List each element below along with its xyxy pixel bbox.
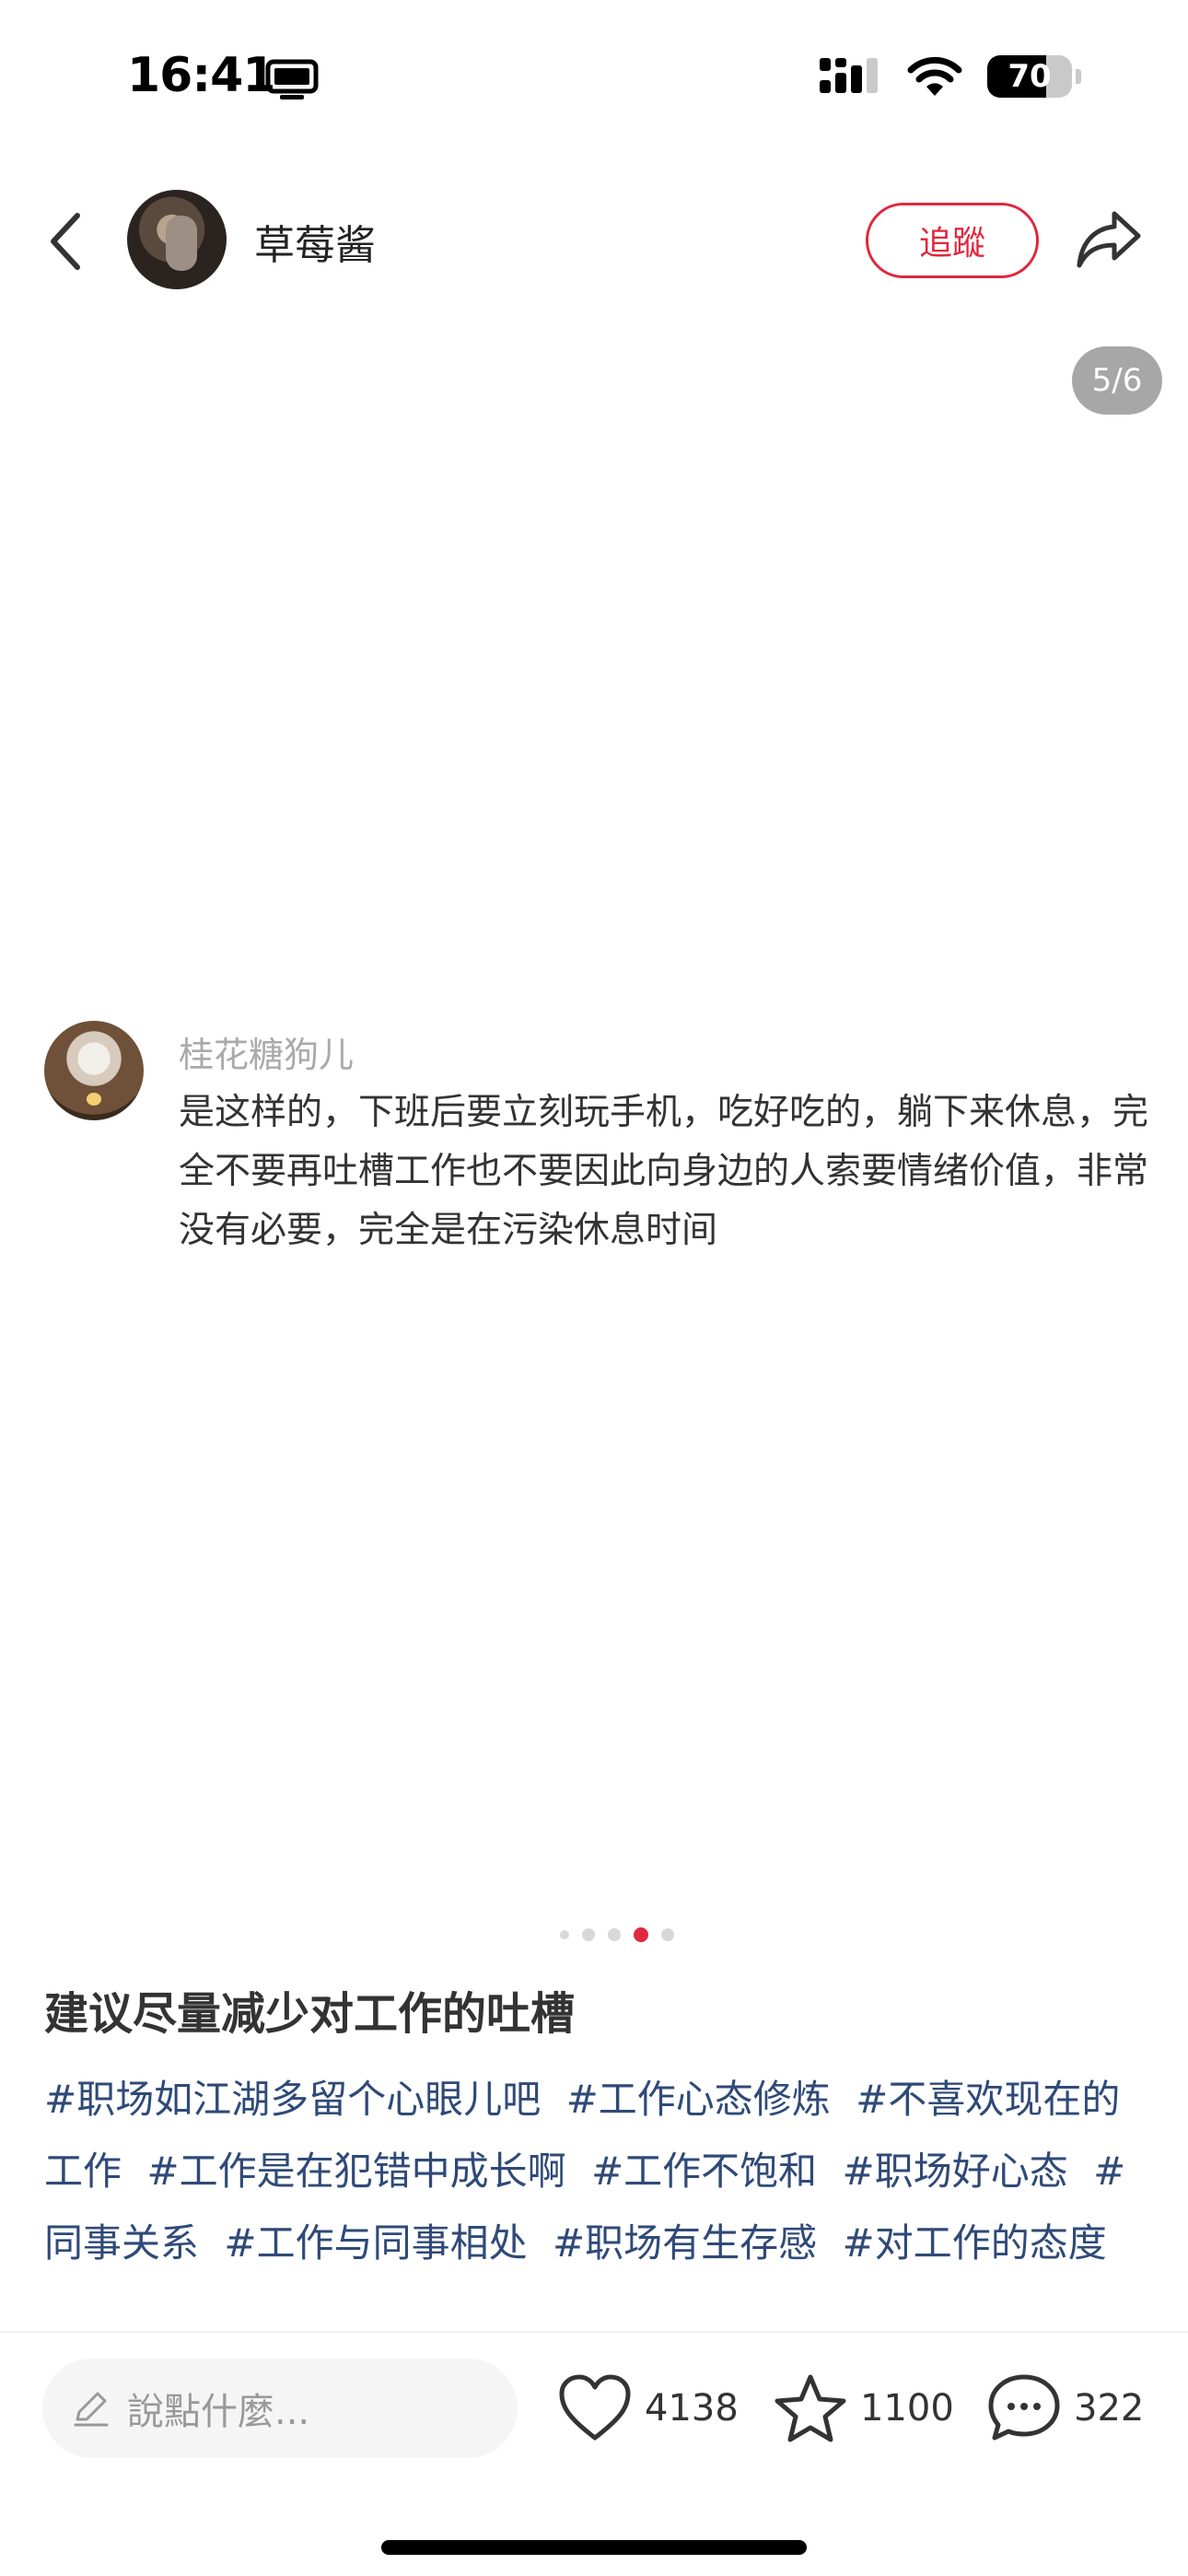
comment-text: 是这样的，下班后要立刻玩手机，吃好吃的，躺下来休息，完全不要再吐槽工作也不要因此… (179, 1092, 1149, 1251)
post-title: 建议尽量减少对工作的吐槽 (44, 1988, 576, 2040)
home-indicator[interactable] (381, 2540, 807, 2555)
comment-bubble-icon (988, 2374, 1060, 2441)
hashtag-link[interactable]: #职场好心态 (843, 2149, 1068, 2194)
author-avatar[interactable] (127, 190, 227, 289)
avatar-figure (166, 216, 197, 271)
commenter-name: 桂花糖狗儿 (179, 1035, 355, 1075)
screen-mirroring-icon (265, 59, 319, 100)
hashtag-link[interactable]: #职场如江湖多留个心眼儿吧 (44, 2077, 541, 2122)
carousel-dot-active (634, 1927, 648, 1942)
heart-icon (559, 2374, 631, 2441)
comment-count: 322 (1074, 2387, 1145, 2430)
hashtag-link[interactable]: #工作是在犯错中成长啊 (146, 2149, 565, 2194)
signal-icon (820, 58, 878, 93)
battery-icon: 70 (987, 55, 1072, 98)
pencil-icon (74, 2392, 109, 2427)
like-count: 4138 (645, 2387, 739, 2430)
back-icon[interactable] (41, 205, 96, 278)
follow-button[interactable]: 追蹤 (866, 203, 1039, 278)
author-name[interactable]: 草莓酱 (254, 212, 376, 271)
note-detail-page: 16:41 70 草莓酱 追蹤 5/6 桂花糖狗儿 是这样的，下班后要立刻玩手机… (0, 0, 1188, 2576)
battery-percent: 70 (1007, 58, 1052, 95)
commenter-avatar (44, 1021, 144, 1120)
wifi-icon (907, 56, 962, 96)
carousel-dot (582, 1928, 595, 1941)
hashtag-link[interactable]: #工作心态修炼 (566, 2077, 831, 2122)
status-time: 16:41 (127, 48, 276, 103)
carousel-dot (560, 1930, 569, 1939)
hashtag-link[interactable]: #职场有生存感 (553, 2220, 817, 2266)
star-icon (775, 2374, 846, 2442)
battery-tip (1076, 69, 1081, 84)
like-button[interactable]: 4138 (558, 2373, 739, 2443)
avatar-candle (87, 1093, 101, 1106)
share-icon[interactable] (1074, 205, 1144, 275)
hashtag-link[interactable]: #对工作的态度 (843, 2220, 1107, 2266)
carousel-dot (608, 1928, 621, 1941)
carousel-dot (661, 1928, 674, 1941)
comments-button[interactable]: 322 (987, 2373, 1144, 2443)
favorite-button[interactable]: 1100 (774, 2373, 954, 2443)
carousel-indicator (0, 1927, 1188, 1942)
bottom-divider (0, 2331, 1188, 2333)
image-page-counter: 5/6 (1072, 346, 1162, 415)
comment-input[interactable]: 說點什麼... (42, 2359, 518, 2458)
hashtag-link[interactable]: #工作不饱和 (591, 2149, 817, 2194)
hashtag-link[interactable]: #工作与同事相处 (224, 2220, 527, 2266)
favorite-count: 1100 (860, 2387, 954, 2430)
status-indicators: 70 (818, 55, 1081, 98)
hashtag-list: #职场如江湖多留个心眼儿吧 #工作心态修炼 #不喜欢现在的工作 #工作是在犯错中… (44, 2064, 1149, 2279)
comment-input-placeholder: 說點什麼... (127, 2391, 310, 2433)
